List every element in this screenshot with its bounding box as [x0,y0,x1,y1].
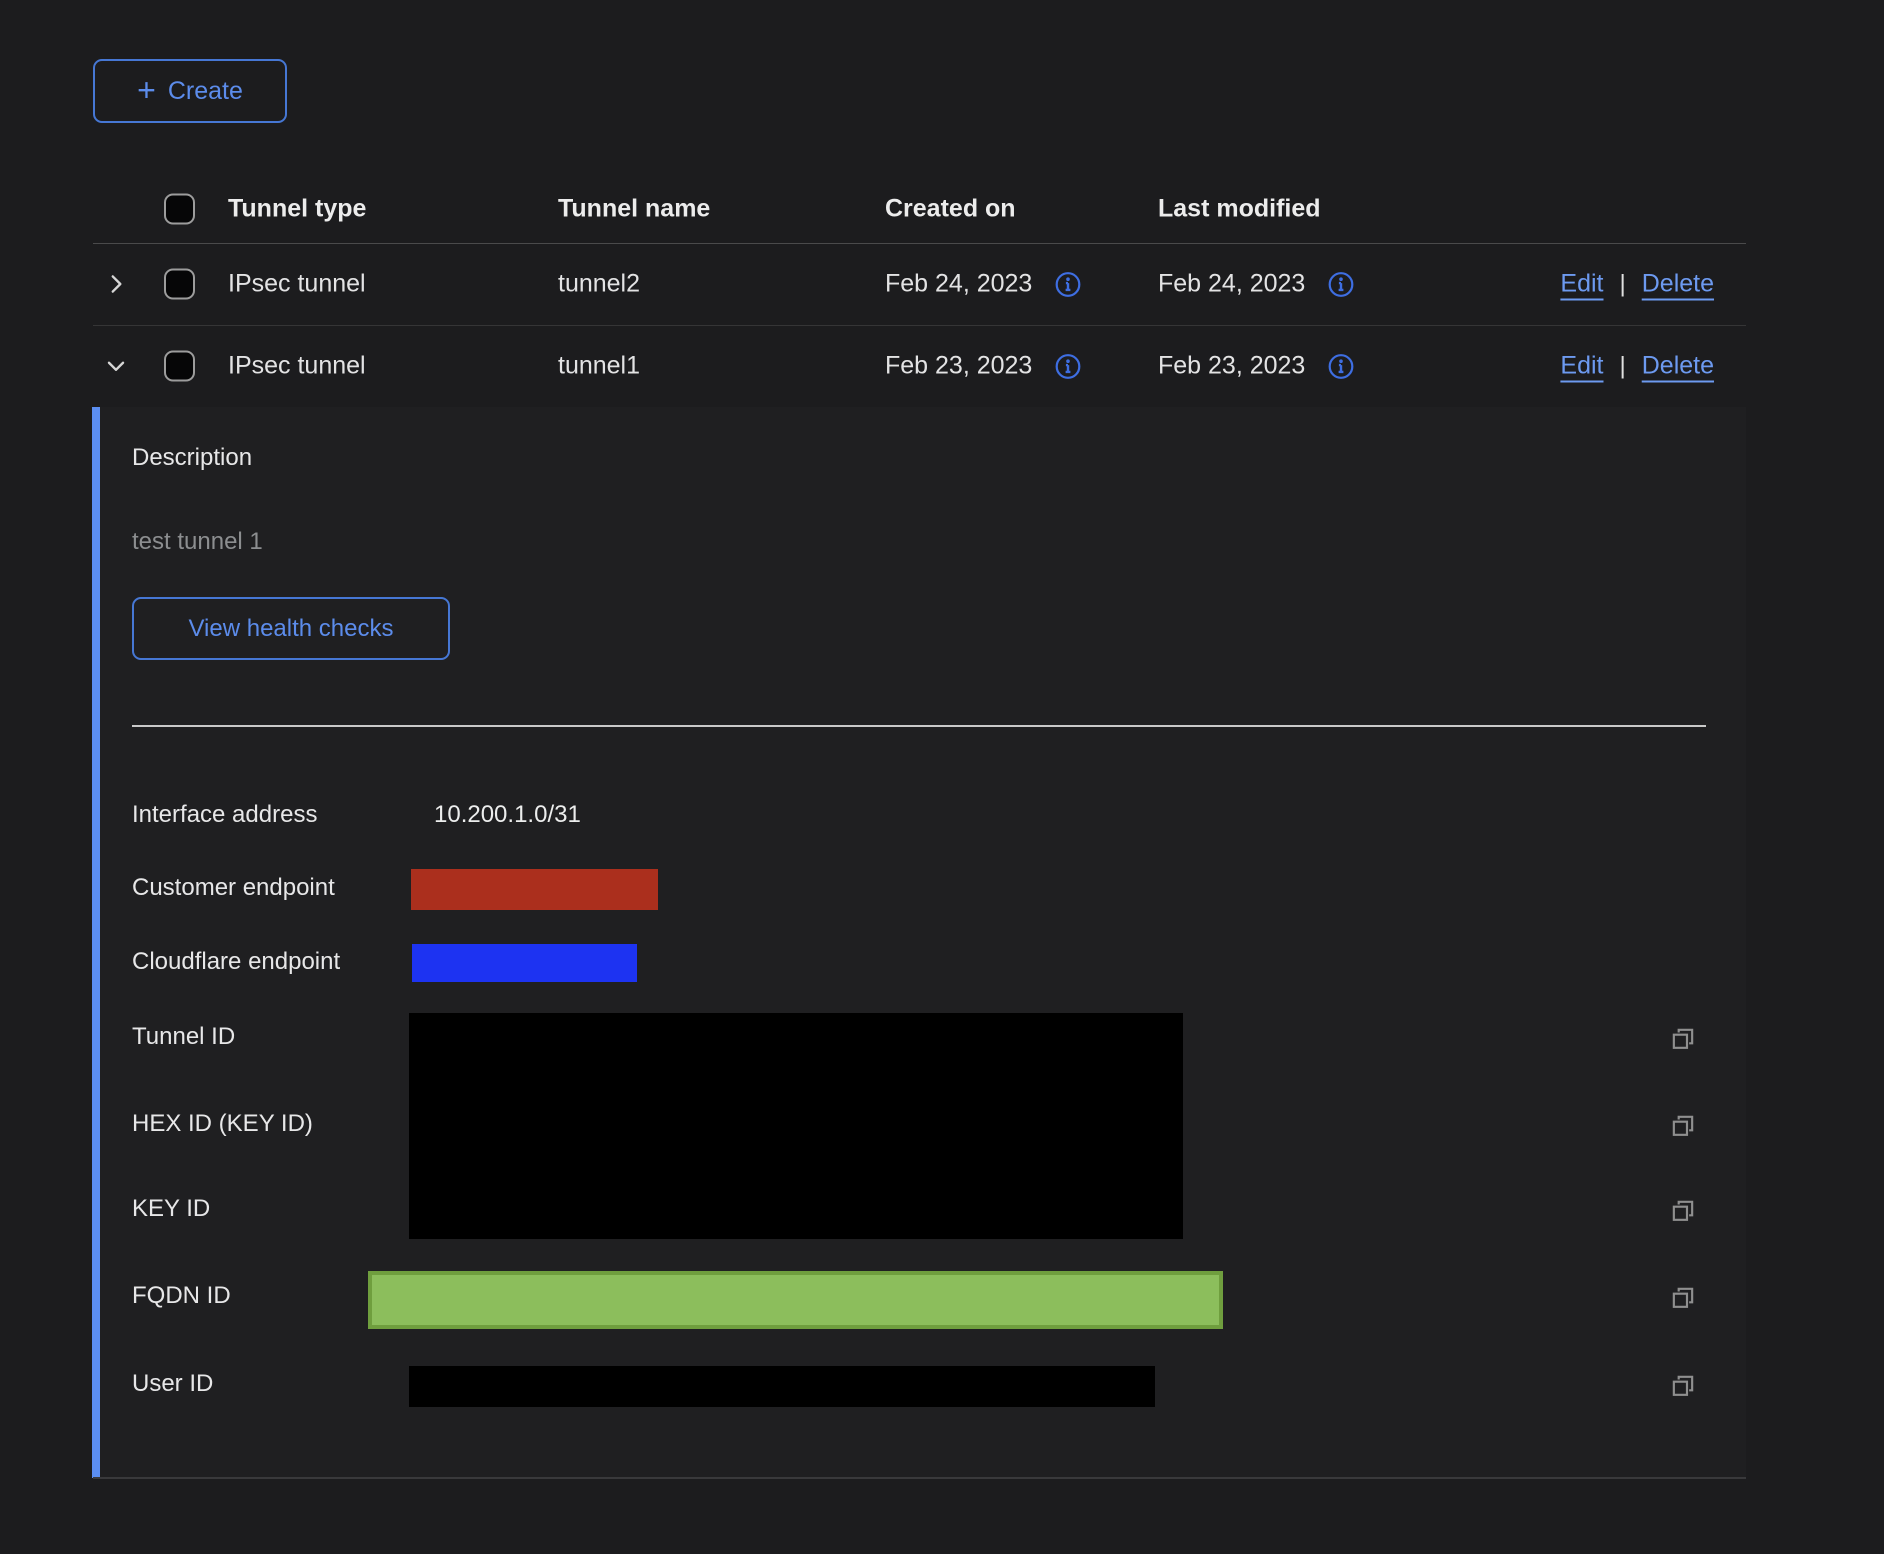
expanded-row-indicator-bar [92,407,100,1478]
chevron-down-icon [103,353,129,379]
edit-link[interactable]: Edit [1560,352,1603,381]
last-modified-cell: Feb 24, 2023 [1158,270,1355,299]
copy-icon [1669,1284,1697,1312]
created-on-cell: Feb 24, 2023 [885,270,1082,299]
tunnel-type-cell: IPsec tunnel [228,270,366,299]
view-health-checks-button[interactable]: View health checks [132,597,450,660]
created-on-value: Feb 23, 2023 [885,352,1032,381]
cloudflare-endpoint-label: Cloudflare endpoint [132,948,340,976]
create-button[interactable]: + Create [93,59,287,123]
copy-icon [1669,1197,1697,1225]
column-header-tunnel-name: Tunnel name [558,195,710,224]
column-header-tunnel-type: Tunnel type [228,195,366,224]
customer-endpoint-label: Customer endpoint [132,874,335,902]
hex-id-label: HEX ID (KEY ID) [132,1110,313,1138]
copy-fqdn-id-button[interactable] [1666,1281,1700,1315]
chevron-right-icon [103,271,129,297]
copy-user-id-button[interactable] [1666,1369,1700,1403]
customer-endpoint-redaction [411,869,658,910]
copy-tunnel-id-button[interactable] [1666,1022,1700,1056]
created-on-cell: Feb 23, 2023 [885,352,1082,381]
plus-icon: + [137,74,156,106]
select-all-checkbox[interactable] [164,194,195,225]
table-row-tunnel1: IPsec tunnel tunnel1 Feb 23, 2023 Feb 23… [93,325,1746,407]
user-id-redaction [409,1366,1155,1407]
collapse-row-button[interactable] [97,347,135,385]
actions-separator: | [1620,352,1626,380]
last-modified-cell: Feb 23, 2023 [1158,352,1355,381]
description-value: test tunnel 1 [132,528,263,556]
copy-icon [1669,1372,1697,1400]
copy-icon [1669,1112,1697,1140]
table-bottom-border [93,1477,1746,1479]
row-actions: Edit | Delete [1560,352,1714,381]
column-header-created-on: Created on [885,195,1016,224]
info-icon[interactable] [1054,352,1082,380]
tunnel-id-label: Tunnel ID [132,1023,235,1051]
tunnel-name-cell: tunnel2 [558,270,640,299]
copy-key-id-button[interactable] [1666,1194,1700,1228]
created-on-value: Feb 24, 2023 [885,270,1032,299]
fqdn-id-redaction [368,1271,1223,1329]
row-checkbox[interactable] [164,351,195,382]
last-modified-value: Feb 23, 2023 [1158,352,1305,381]
table-header-row: Tunnel type Tunnel name Created on Last … [93,175,1746,244]
user-id-label: User ID [132,1370,213,1398]
info-icon[interactable] [1327,270,1355,298]
tunnel-name-cell: tunnel1 [558,352,640,381]
actions-separator: | [1620,270,1626,298]
table-row-tunnel2: IPsec tunnel tunnel2 Feb 24, 2023 Feb 24… [93,243,1746,326]
key-id-label: KEY ID [132,1195,210,1223]
create-button-label: Create [168,77,243,106]
interface-address-value: 10.200.1.0/31 [434,801,581,829]
view-health-checks-label: View health checks [188,615,393,643]
row-checkbox[interactable] [164,269,195,300]
delete-link[interactable]: Delete [1642,352,1714,381]
panel-divider [132,725,1706,727]
last-modified-value: Feb 24, 2023 [1158,270,1305,299]
column-header-last-modified: Last modified [1158,195,1321,224]
info-icon[interactable] [1054,270,1082,298]
cloudflare-endpoint-redaction [412,944,637,982]
ids-redaction-block [409,1013,1183,1239]
description-label: Description [132,444,252,472]
edit-link[interactable]: Edit [1560,270,1603,299]
ipsec-tunnels-page: + Create Tunnel type Tunnel name Created… [0,0,1884,1554]
tunnel-type-cell: IPsec tunnel [228,352,366,381]
fqdn-id-label: FQDN ID [132,1282,231,1310]
interface-address-label: Interface address [132,801,317,829]
copy-hex-id-button[interactable] [1666,1109,1700,1143]
copy-icon [1669,1025,1697,1053]
expand-row-button[interactable] [97,265,135,303]
row-actions: Edit | Delete [1560,270,1714,299]
delete-link[interactable]: Delete [1642,270,1714,299]
info-icon[interactable] [1327,352,1355,380]
